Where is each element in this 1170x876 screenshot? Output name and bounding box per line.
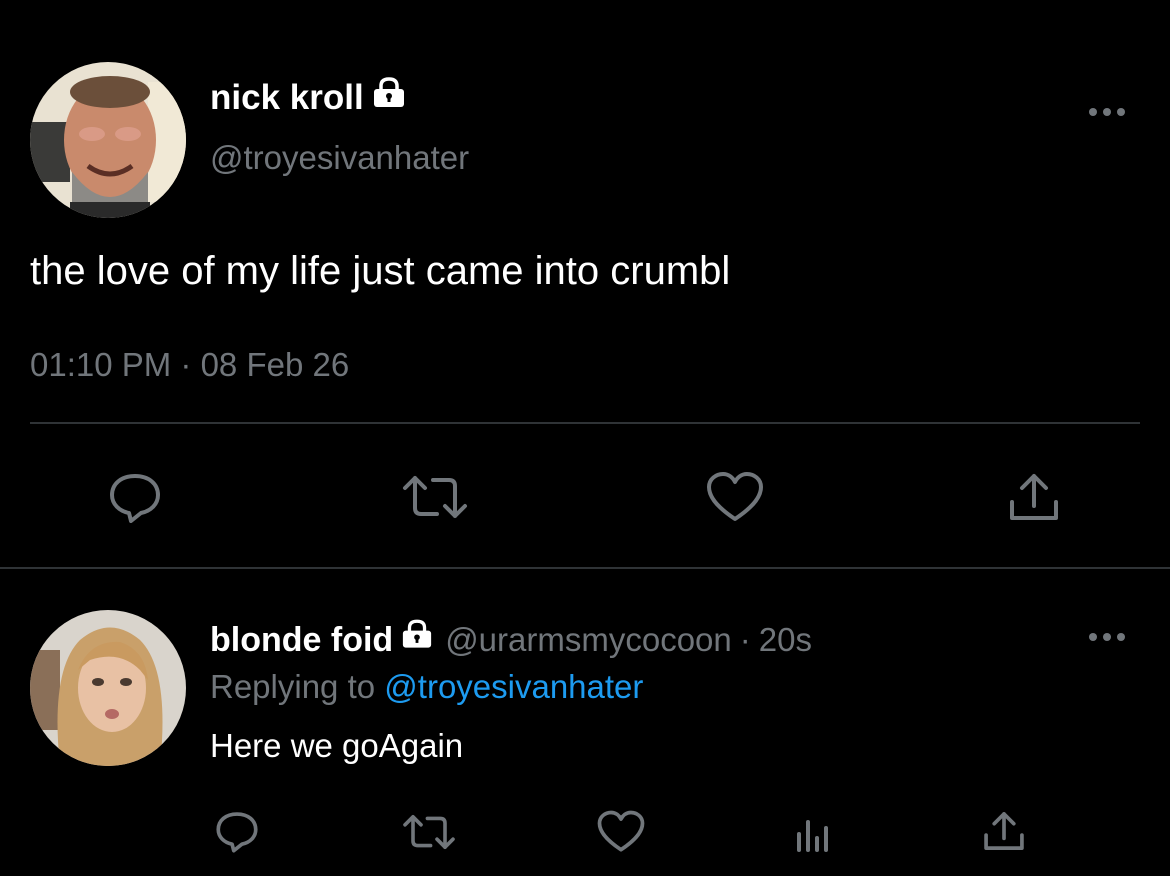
main-tweet-timestamp[interactable]: 01:10 PM · 08 Feb 26 [30, 343, 349, 387]
share-icon [981, 809, 1027, 853]
reply-button[interactable] [212, 808, 262, 856]
heart-icon [706, 471, 764, 523]
main-tweet-avatar[interactable] [30, 62, 186, 218]
analytics-icon [793, 812, 833, 852]
retweet-button[interactable] [400, 810, 458, 854]
heart-icon [597, 810, 645, 853]
analytics-button[interactable] [790, 810, 836, 854]
reply-display-name[interactable]: blonde foid [210, 618, 393, 662]
replying-to-link[interactable]: @troyesivanhater [384, 668, 643, 705]
comment-icon [214, 810, 260, 854]
reply-button[interactable] [103, 468, 167, 528]
reply-handle[interactable]: @urarmsmycocoon [445, 618, 732, 662]
replying-to-label: Replying to [210, 668, 376, 705]
reply-tweet-avatar[interactable] [30, 610, 186, 766]
main-display-name-text: nick kroll [210, 78, 364, 117]
reply-tweet-text: Here we goAgain [210, 727, 464, 764]
main-tweet-handle[interactable]: @troyesivanhater [210, 136, 469, 180]
share-button[interactable] [1004, 468, 1064, 526]
more-options-icon[interactable] [1085, 102, 1129, 122]
share-icon [1006, 470, 1062, 524]
retweet-icon [401, 472, 469, 522]
replying-to-line: Replying to @troyesivanhater [210, 665, 643, 709]
main-tweet-display-name[interactable]: nick kroll [210, 76, 406, 122]
comment-icon [107, 471, 163, 525]
divider [0, 567, 1170, 569]
reply-tweet-header: blonde foid @urarmsmycocoon · 20s [210, 618, 812, 662]
like-button[interactable] [596, 808, 646, 854]
share-button[interactable] [980, 808, 1028, 854]
reply-time-ago[interactable]: 20s [759, 618, 812, 662]
lock-icon [401, 616, 433, 660]
divider [30, 422, 1140, 424]
retweet-icon [401, 812, 457, 852]
retweet-button[interactable] [400, 470, 470, 524]
main-tweet-text: the love of my life just came into crumb… [30, 249, 731, 293]
more-options-icon[interactable] [1085, 627, 1129, 647]
lock-icon [372, 75, 406, 119]
separator-dot: · [739, 621, 751, 658]
like-button[interactable] [703, 468, 767, 526]
